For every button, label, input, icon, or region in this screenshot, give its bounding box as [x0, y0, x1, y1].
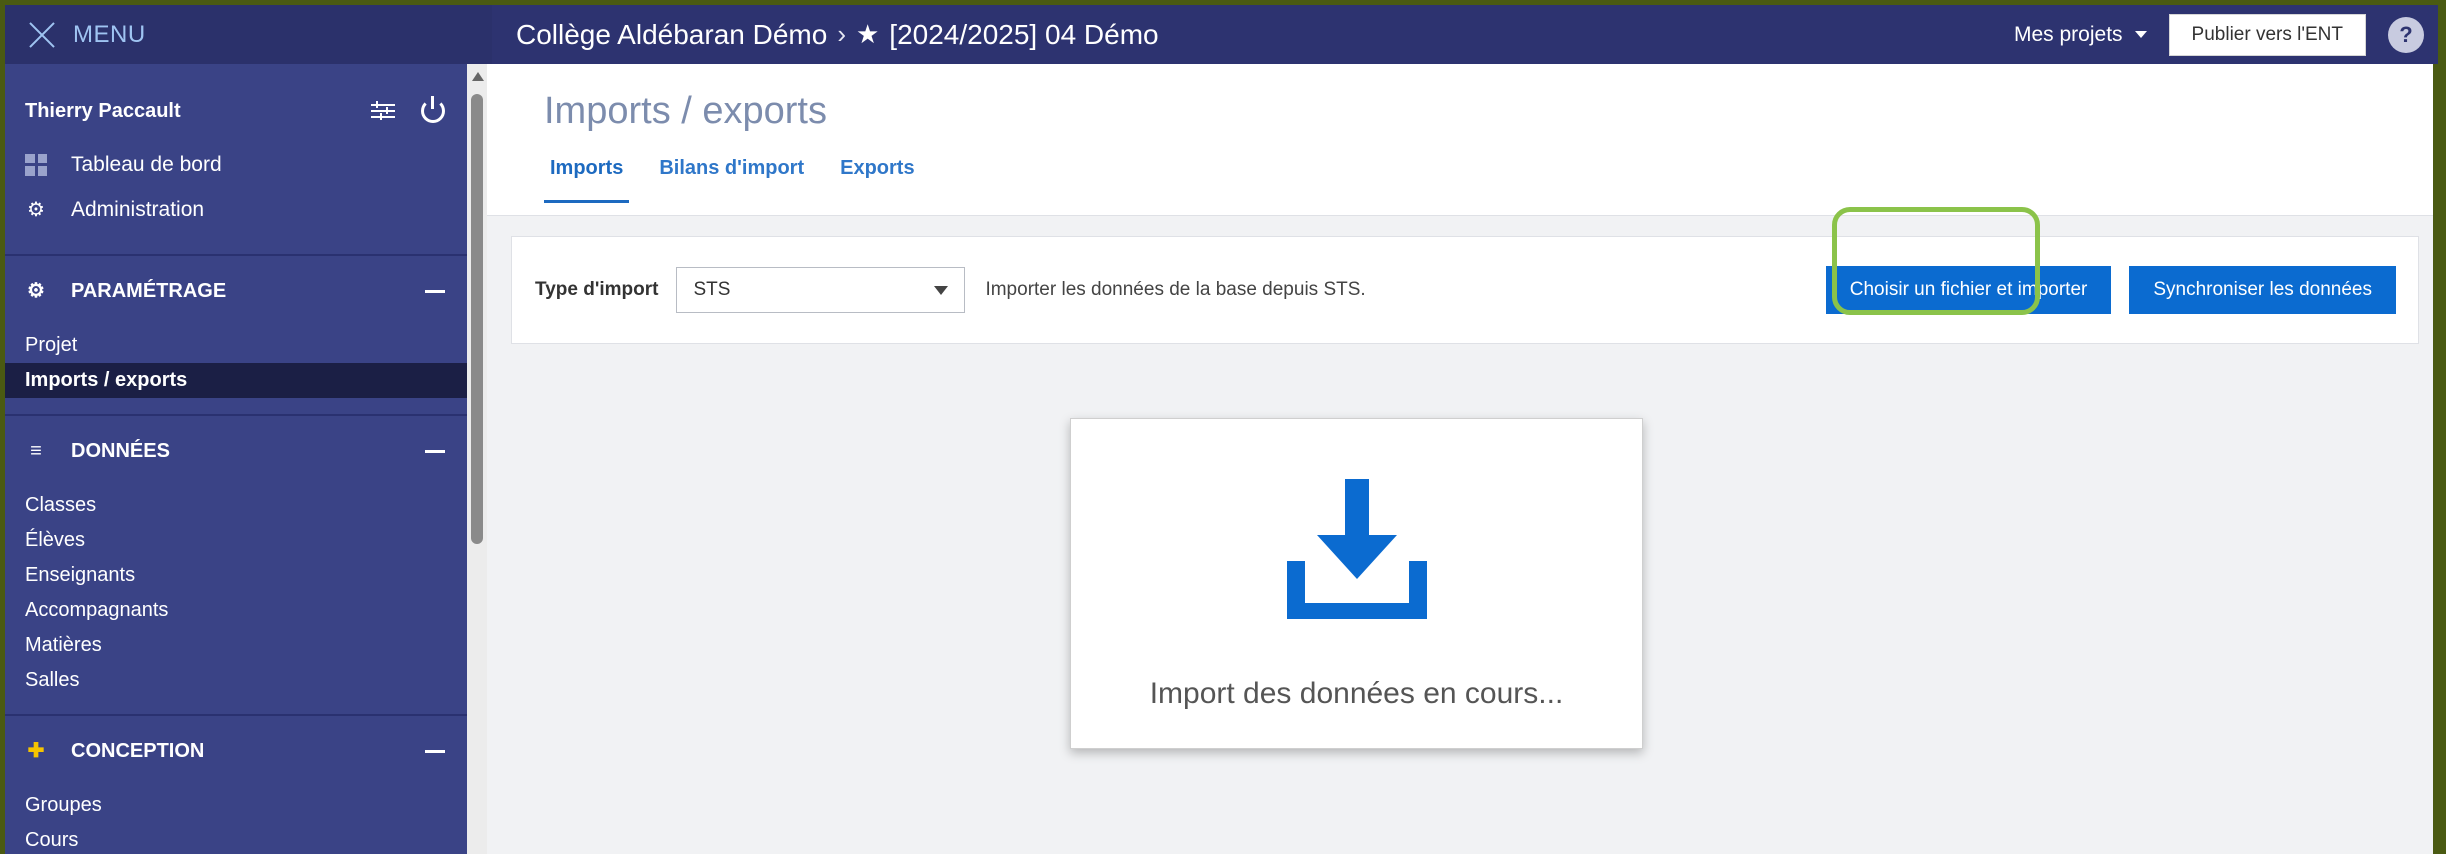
import-toolbar: Type d'import STS Importer les données d… [511, 236, 2419, 344]
import-type-label: Type d'import [535, 279, 659, 300]
download-icon [1286, 479, 1427, 619]
main-content: Imports / exports Imports Bilans d'impor… [487, 64, 2433, 854]
publish-ent-button[interactable]: Publier vers l'ENT [2168, 13, 2366, 56]
tab-exports[interactable]: Exports [834, 157, 920, 203]
menu-toggle[interactable]: MENU [5, 5, 492, 64]
gears-icon: ⚙ [27, 198, 45, 221]
breadcrumb-project[interactable]: [2024/2025] 04 Démo [889, 19, 1158, 51]
sidebar-item-enseignants[interactable]: Enseignants [5, 558, 467, 593]
section-title: PARAMÉTRAGE [71, 279, 227, 302]
sidebar: Thierry Paccault Tableau de bord ⚙ Admin… [5, 64, 467, 854]
scroll-up-icon[interactable] [472, 72, 484, 81]
section-parametrage: ⚙ PARAMÉTRAGE Projet Imports / exports [5, 254, 467, 414]
sidebar-item-eleves[interactable]: Élèves [5, 523, 467, 558]
sidebar-item-classes[interactable]: Classes [5, 488, 467, 523]
section-header-conception[interactable]: ✚ CONCEPTION [5, 722, 467, 780]
import-description: Importer les données de la base depuis S… [985, 279, 1366, 300]
import-progress-card: Import des données en cours... [1070, 418, 1643, 749]
sidebar-item-administration[interactable]: ⚙ Administration [5, 187, 467, 232]
section-donnees: ≡ DONNÉES Classes Élèves Enseignants Acc… [5, 414, 467, 714]
sidebar-item-projet[interactable]: Projet [5, 328, 467, 363]
power-icon[interactable] [421, 96, 445, 123]
settings-sliders-icon[interactable] [371, 101, 395, 121]
breadcrumb-separator: › [837, 19, 846, 49]
my-projects-label: Mes projets [2014, 22, 2123, 46]
sidebar-item-matieres[interactable]: Matières [5, 628, 467, 663]
user-name: Thierry Paccault [25, 99, 181, 122]
star-icon[interactable]: ★ [856, 19, 879, 50]
section-conception: ✚ CONCEPTION Groupes Cours [5, 714, 467, 854]
tab-bilans-import[interactable]: Bilans d'import [653, 157, 810, 203]
my-projects-dropdown[interactable]: Mes projets [2014, 23, 2147, 47]
sidebar-item-accompagnants[interactable]: Accompagnants [5, 593, 467, 628]
page-header: Imports / exports Imports Bilans d'impor… [487, 64, 2433, 216]
section-header-donnees[interactable]: ≡ DONNÉES [5, 422, 467, 480]
sidebar-item-dashboard[interactable]: Tableau de bord [5, 142, 467, 187]
progress-text: Import des données en cours... [1149, 677, 1564, 710]
close-icon[interactable] [27, 20, 57, 50]
breadcrumb: Collège Aldébaran Démo › ★ [2024/2025] 0… [492, 19, 2014, 51]
user-row: Thierry Paccault [5, 64, 467, 130]
sidebar-item-label: Administration [71, 197, 205, 221]
section-header-parametrage[interactable]: ⚙ PARAMÉTRAGE [5, 262, 467, 320]
sync-data-button[interactable]: Synchroniser les données [2129, 266, 2396, 314]
sidebar-item-imports-exports[interactable]: Imports / exports [5, 363, 467, 398]
menu-label: MENU [73, 20, 146, 48]
collapse-icon[interactable] [425, 449, 445, 453]
dashboard-grid-icon [25, 153, 47, 176]
puzzle-icon: ✚ [27, 740, 45, 762]
import-type-select[interactable]: STS [676, 267, 966, 313]
highlight-frame [1832, 207, 2040, 315]
tabs: Imports Bilans d'import Exports [544, 157, 2433, 203]
top-bar: MENU Collège Aldébaran Démo › ★ [2024/20… [5, 5, 2438, 64]
caret-down-icon [934, 285, 949, 295]
sidebar-scrollbar[interactable] [467, 64, 487, 854]
help-icon[interactable]: ? [2388, 16, 2424, 53]
sidebar-item-groupes[interactable]: Groupes [5, 788, 467, 823]
collapse-icon[interactable] [425, 289, 445, 293]
sidebar-item-cours[interactable]: Cours [5, 823, 467, 854]
collapse-icon[interactable] [425, 749, 445, 753]
sidebar-item-label: Tableau de bord [71, 152, 222, 176]
section-title: CONCEPTION [71, 739, 205, 762]
scroll-thumb[interactable] [471, 94, 483, 544]
tab-imports[interactable]: Imports [544, 157, 630, 203]
sidebar-item-salles[interactable]: Salles [5, 663, 467, 698]
caret-down-icon [2134, 31, 2147, 38]
section-title: DONNÉES [71, 439, 170, 462]
database-icon: ≡ [30, 440, 42, 462]
breadcrumb-school[interactable]: Collège Aldébaran Démo [516, 19, 827, 51]
import-type-value: STS [693, 279, 731, 300]
gear-icon: ⚙ [27, 280, 45, 302]
page-title: Imports / exports [544, 90, 827, 132]
